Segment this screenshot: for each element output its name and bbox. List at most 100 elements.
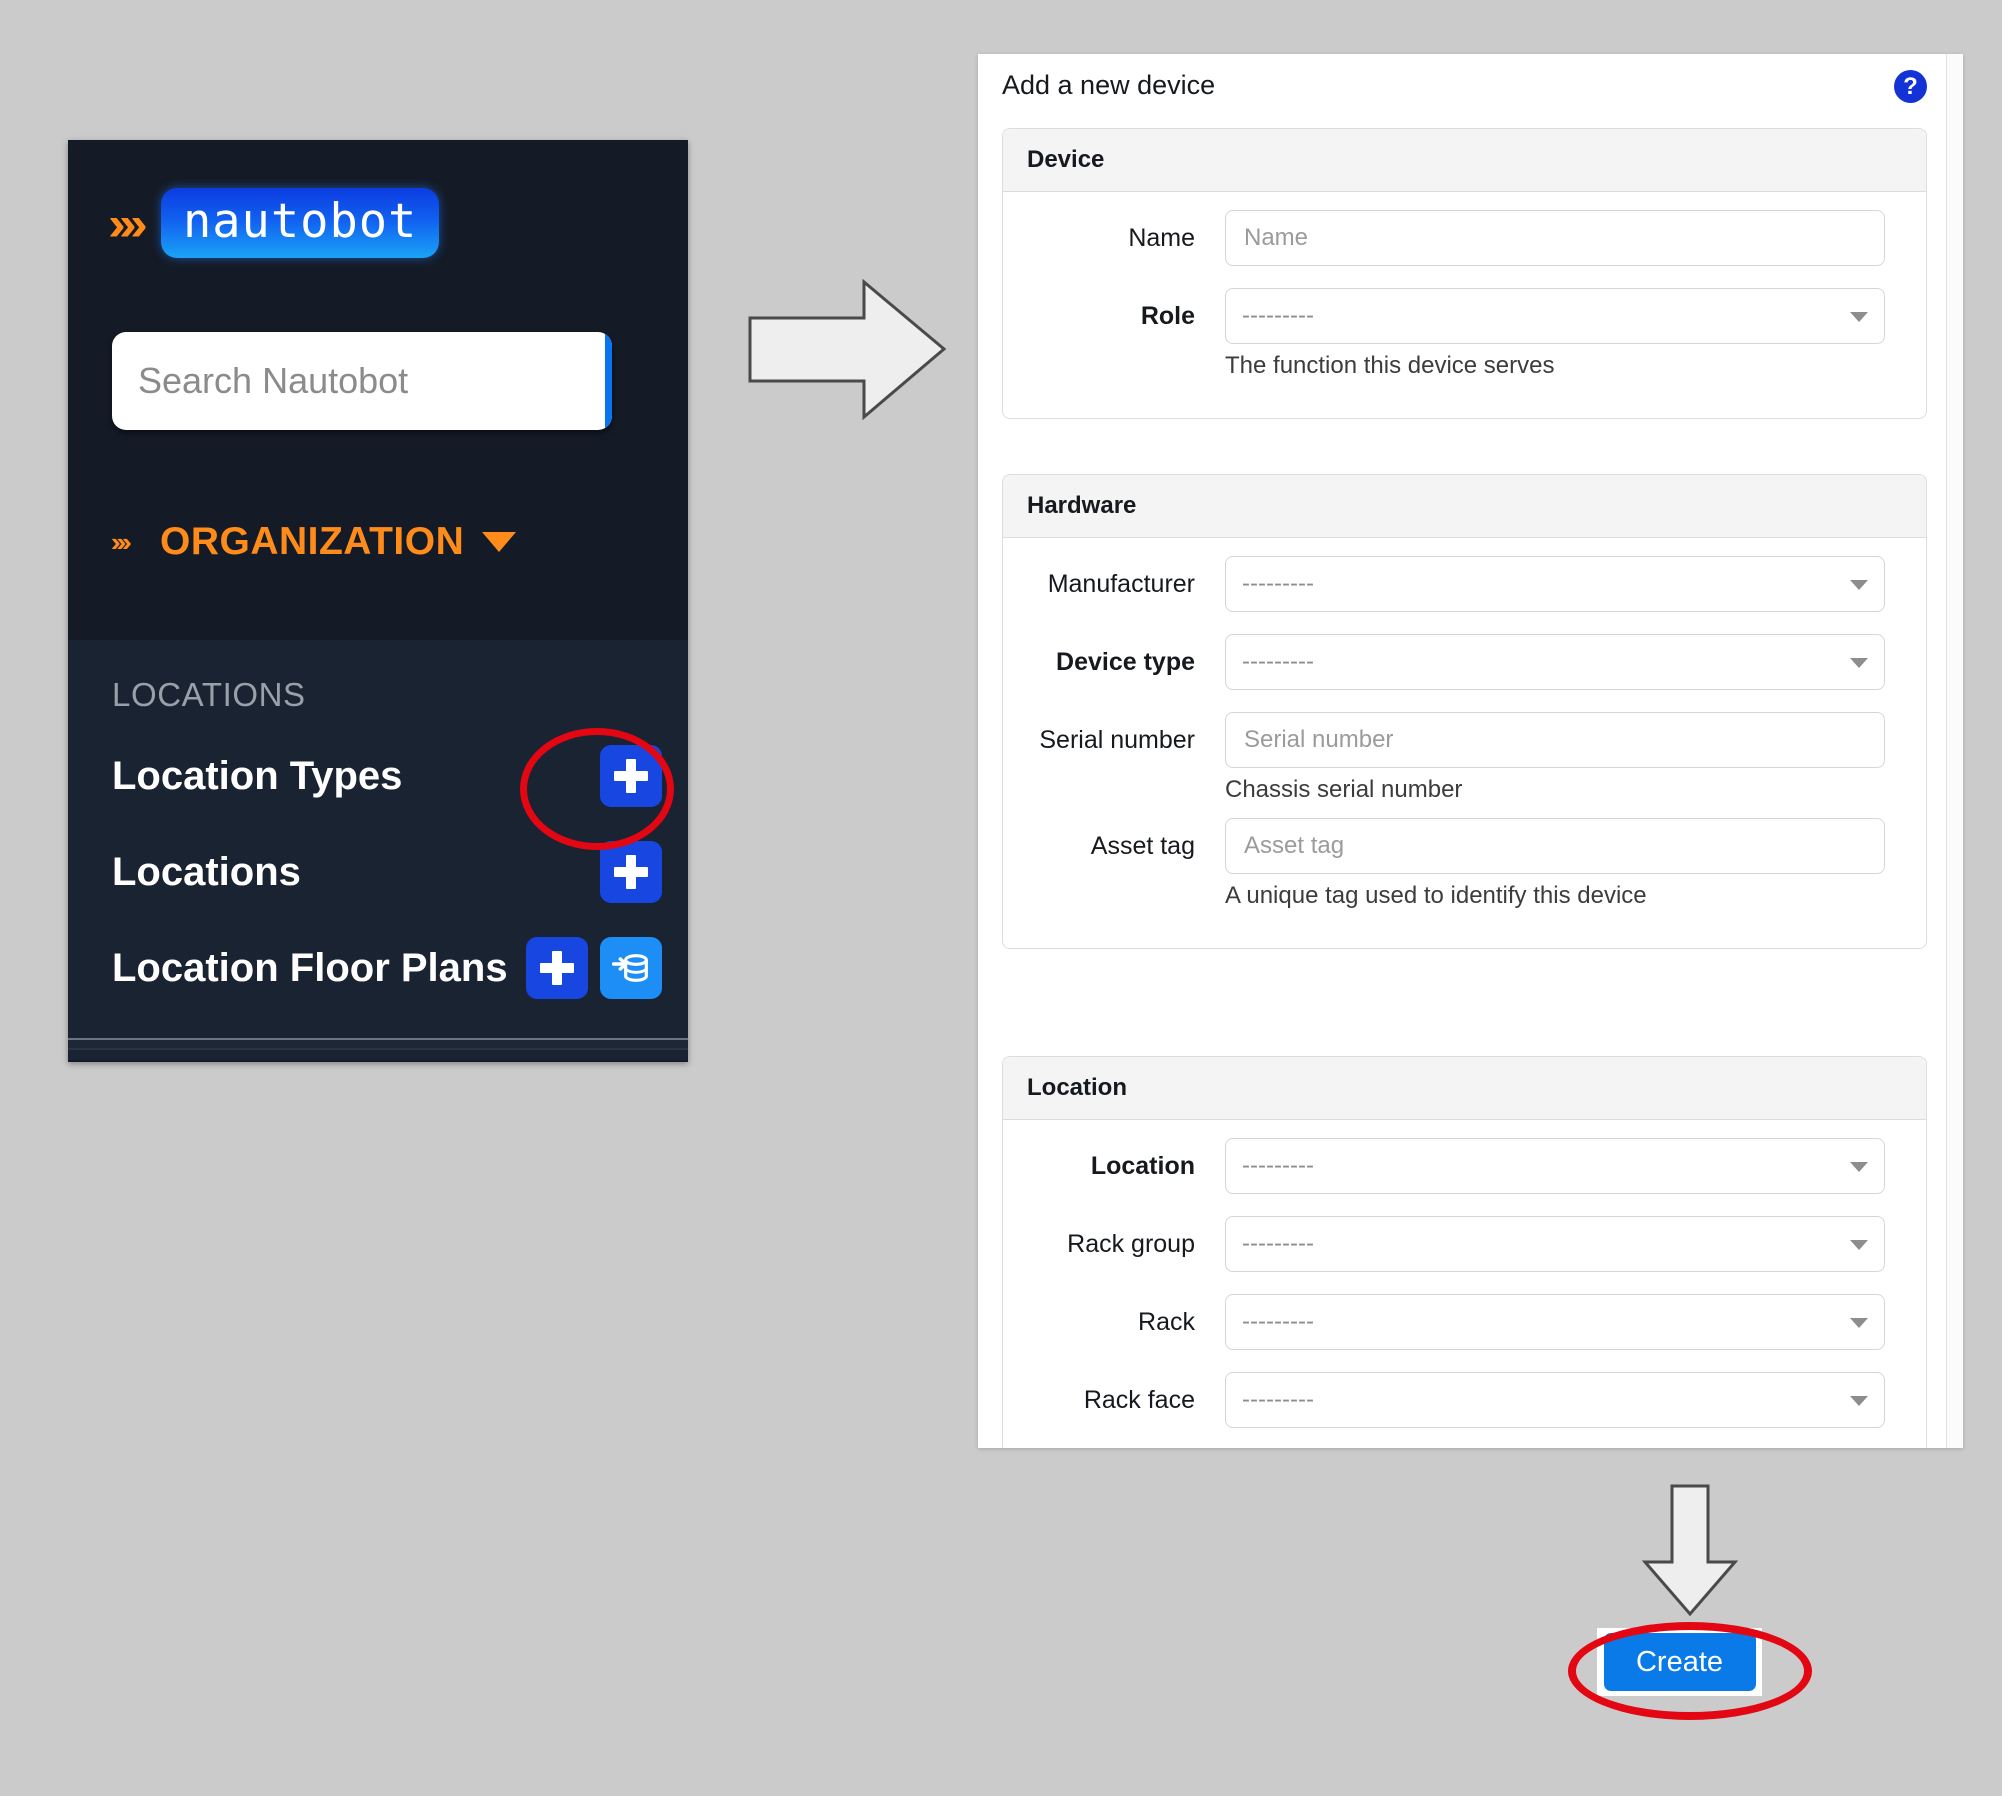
serial-number-input[interactable]: [1242, 725, 1868, 755]
sidebar-section-organization[interactable]: ››› ORGANIZATION: [68, 520, 516, 564]
field-label: Device type: [1003, 648, 1225, 677]
sidebar-item-actions: [600, 745, 662, 807]
nautobot-wordmark: nautobot: [161, 188, 439, 258]
add-location-type-button[interactable]: [600, 745, 662, 807]
search-input[interactable]: [112, 332, 605, 430]
field-label: Rack group: [1003, 1230, 1225, 1259]
plus-icon: [540, 951, 574, 985]
sidebar-item-label: Location Types: [112, 754, 402, 799]
search-icon: [611, 359, 612, 403]
nautobot-sidebar: ››› nautobot ››› ORGANIZATION LOCATIONS …: [68, 140, 688, 1062]
manufacturer-select-value: ---------: [1242, 570, 1314, 598]
chevron-down-icon: [1850, 1240, 1868, 1250]
organization-label: ORGANIZATION: [160, 520, 464, 564]
nautobot-logo[interactable]: ››› nautobot: [68, 188, 688, 258]
rack-select[interactable]: ---------: [1225, 1294, 1885, 1350]
field-label: Rack face: [1003, 1386, 1225, 1415]
chevron-down-icon: [482, 532, 516, 552]
plus-icon: [614, 855, 648, 889]
location-select[interactable]: ---------: [1225, 1138, 1885, 1194]
asset-tag-field-wrap: [1225, 818, 1885, 874]
name-field-wrap: [1225, 210, 1885, 266]
serial-number-field-wrap: [1225, 712, 1885, 768]
sidebar-bottom-section: LOCATIONS Location Types Locations Locat…: [68, 640, 688, 1060]
create-button[interactable]: Create: [1604, 1633, 1756, 1691]
sidebar-item-label: Location Floor Plans: [112, 946, 508, 991]
spacer: [1003, 1436, 1926, 1448]
device-type-select-value: ---------: [1242, 648, 1314, 676]
field-row-location: Location ---------: [1003, 1138, 1926, 1194]
section-body: Manufacturer --------- Device type -----…: [1003, 538, 1926, 948]
serial-number-help-text: Chassis serial number: [1225, 776, 1926, 804]
section-body: Location --------- Rack group --------- …: [1003, 1120, 1926, 1448]
sidebar-item-label: Locations: [112, 850, 301, 895]
field-label: Location: [1003, 1152, 1225, 1181]
section-heading: Device: [1003, 129, 1926, 192]
spacer: [1003, 274, 1926, 288]
spacer: [1003, 620, 1926, 634]
role-select[interactable]: ---------: [1225, 288, 1885, 344]
logo-chevrons-icon: ›››: [108, 200, 141, 247]
field-label: Manufacturer: [1003, 570, 1225, 599]
field-label: Serial number: [1003, 726, 1225, 755]
form-panel-scrollbar[interactable]: [1946, 54, 1963, 1448]
add-location-floor-plan-button[interactable]: [526, 937, 588, 999]
spacer: [1003, 698, 1926, 712]
database-import-icon: [611, 948, 651, 988]
locations-group-label: LOCATIONS: [112, 676, 306, 714]
arrow-right-icon: [742, 272, 952, 427]
spacer: [1003, 1202, 1926, 1216]
create-button-wrap: Create: [1597, 1628, 1762, 1696]
chevron-down-icon: [1850, 1318, 1868, 1328]
plus-icon: [614, 759, 648, 793]
field-row-name: Name: [1003, 210, 1926, 266]
section-device: Device Name Role --------- The function …: [1002, 128, 1927, 419]
section-hardware: Hardware Manufacturer --------- Device t…: [1002, 474, 1927, 949]
field-label: Name: [1003, 224, 1225, 253]
chevron-down-icon: [1850, 312, 1868, 322]
field-row-rack-group: Rack group ---------: [1003, 1216, 1926, 1272]
search-button[interactable]: [605, 332, 612, 430]
sidebar-top-section: ››› nautobot ››› ORGANIZATION: [68, 140, 688, 640]
section-heading: Hardware: [1003, 475, 1926, 538]
section-body: Name Role --------- The function this de…: [1003, 192, 1926, 418]
section-heading: Location: [1003, 1057, 1926, 1120]
chevron-down-icon: [1850, 1162, 1868, 1172]
spacer: [1003, 1358, 1926, 1372]
sidebar-item-locations[interactable]: Locations: [112, 836, 662, 908]
location-select-value: ---------: [1242, 1152, 1314, 1180]
rack-select-value: ---------: [1242, 1308, 1314, 1336]
global-search: [112, 332, 612, 430]
rack-group-select-value: ---------: [1242, 1230, 1314, 1258]
spacer: [1003, 1280, 1926, 1294]
rack-face-select[interactable]: ---------: [1225, 1372, 1885, 1428]
sidebar-item-actions: [600, 841, 662, 903]
section-location: Location Location --------- Rack group -…: [1002, 1056, 1927, 1448]
rack-group-select[interactable]: ---------: [1225, 1216, 1885, 1272]
field-label: Role: [1003, 302, 1225, 331]
organization-chevrons-icon: ›››: [111, 527, 128, 558]
rack-face-select-value: ---------: [1242, 1386, 1314, 1414]
sidebar-scrollbar[interactable]: [68, 1038, 688, 1050]
asset-tag-input[interactable]: [1242, 831, 1868, 861]
role-select-value: ---------: [1242, 302, 1314, 330]
sidebar-item-location-types[interactable]: Location Types: [112, 740, 662, 812]
field-row-manufacturer: Manufacturer ---------: [1003, 556, 1926, 612]
name-input[interactable]: [1242, 223, 1868, 253]
arrow-down-icon: [1640, 1480, 1740, 1620]
field-row-serial-number: Serial number: [1003, 712, 1926, 768]
asset-tag-help-text: A unique tag used to identify this devic…: [1225, 882, 1926, 910]
add-location-button[interactable]: [600, 841, 662, 903]
chevron-down-icon: [1850, 580, 1868, 590]
field-row-rack-face: Rack face ---------: [1003, 1372, 1926, 1428]
help-icon[interactable]: ?: [1894, 70, 1927, 103]
sidebar-item-actions: [526, 937, 662, 999]
page-title: Add a new device: [1002, 70, 1215, 101]
sidebar-item-location-floor-plans[interactable]: Location Floor Plans: [112, 932, 662, 1004]
import-location-floor-plan-button[interactable]: [600, 937, 662, 999]
field-row-device-type: Device type ---------: [1003, 634, 1926, 690]
chevron-down-icon: [1850, 658, 1868, 668]
device-type-select[interactable]: ---------: [1225, 634, 1885, 690]
manufacturer-select[interactable]: ---------: [1225, 556, 1885, 612]
field-row-asset-tag: Asset tag: [1003, 818, 1926, 874]
